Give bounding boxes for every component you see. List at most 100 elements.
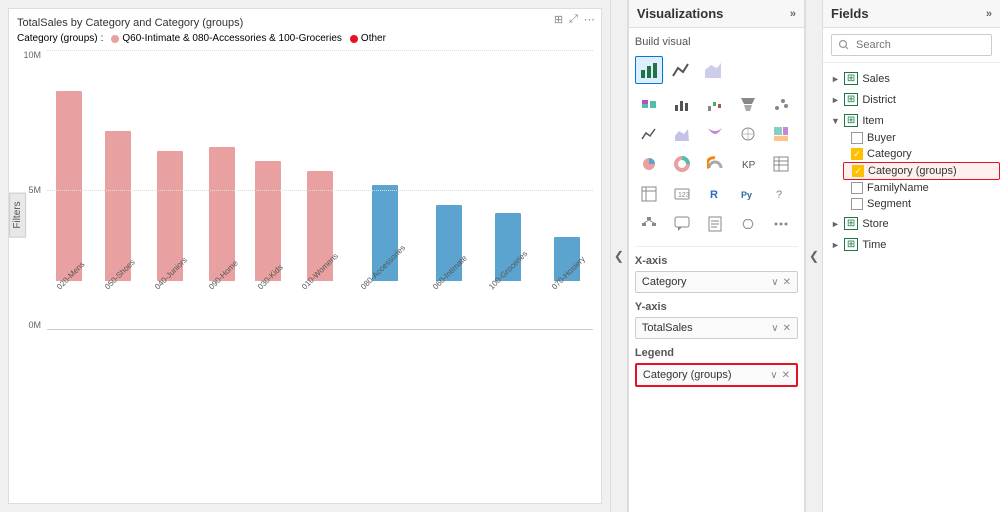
viz-btn-map[interactable]	[734, 120, 762, 148]
legend-item-2-text: Other	[361, 33, 386, 44]
viz-btn-shape-map[interactable]	[734, 210, 762, 238]
right-collapse-btn[interactable]: ❮	[805, 0, 823, 512]
chart-area: 10M 5M 0M 020-Mens050-Shoes040-Juniors09…	[17, 50, 593, 380]
field-group-table-icon: ⊞	[844, 238, 858, 251]
field-item-label: Category (groups)	[868, 165, 957, 177]
field-group-district: ►⊞District	[823, 90, 1000, 109]
viz-btn-more[interactable]	[767, 210, 795, 238]
legend-chevron[interactable]: ∨	[770, 370, 777, 381]
field-group-table-icon: ⊞	[844, 114, 858, 127]
viz-btn-funnel[interactable]	[734, 90, 762, 118]
bar-group: 080-Accessories	[351, 185, 418, 330]
viz-btn-py[interactable]: Py	[734, 180, 762, 208]
viz-panel-content: Build visual	[629, 28, 804, 512]
legend-field-value: Category (groups)	[643, 369, 732, 381]
field-group-header-sales[interactable]: ►⊞Sales	[823, 69, 1000, 88]
field-checkbox[interactable]	[851, 198, 863, 210]
field-group-table-icon: ⊞	[844, 93, 858, 106]
legend-item-2: Other	[350, 33, 386, 44]
field-group-item: ▼⊞ItemBuyer✓Category✓Category (groups)Fa…	[823, 111, 1000, 212]
field-checkbox[interactable]	[851, 132, 863, 144]
viz-btn-card[interactable]: 123	[668, 180, 696, 208]
fields-panel-expand[interactable]: »	[986, 8, 992, 20]
y-label-bot: 0M	[28, 320, 41, 330]
x-axis-chevron[interactable]: ∨	[771, 277, 778, 288]
field-item-category-groups[interactable]: ✓ Category (groups)	[843, 162, 1000, 180]
left-collapse-btn[interactable]: ❮	[610, 0, 628, 512]
viz-btn-r[interactable]: R	[701, 180, 729, 208]
y-axis-chevron[interactable]: ∨	[771, 323, 778, 334]
field-group-header-district[interactable]: ►⊞District	[823, 90, 1000, 109]
field-group-name: Time	[862, 239, 886, 251]
field-item-buyer[interactable]: Buyer	[843, 130, 1000, 146]
legend-clear[interactable]: ✕	[782, 370, 790, 381]
x-axis-clear[interactable]: ✕	[783, 277, 791, 288]
viz-btn-bar-chart[interactable]	[635, 56, 663, 84]
viz-btn-kpi[interactable]: KPI	[734, 150, 762, 178]
field-group-header-store[interactable]: ►⊞Store	[823, 214, 1000, 233]
viz-btn-line2[interactable]	[635, 120, 663, 148]
viz-btn-area[interactable]	[699, 56, 727, 84]
fields-list: ►⊞Sales►⊞District▼⊞ItemBuyer✓Category✓Ca…	[823, 63, 1000, 512]
y-axis-clear[interactable]: ✕	[783, 323, 791, 334]
field-item-familyname[interactable]: FamilyName	[843, 180, 1000, 196]
y-axis-label: Y-axis	[635, 301, 798, 313]
chart-title: TotalSales by Category and Category (gro…	[17, 17, 593, 29]
bar[interactable]	[105, 131, 131, 281]
viz-btn-chat[interactable]	[668, 210, 696, 238]
viz-panel-title: Visualizations	[637, 6, 723, 21]
field-group-expand-icon: ▼	[831, 116, 840, 126]
viz-btn-waterfall[interactable]	[701, 90, 729, 118]
field-item-label: Segment	[867, 198, 911, 210]
viz-btn-paginated[interactable]	[701, 210, 729, 238]
bar[interactable]	[56, 91, 82, 281]
more-icon[interactable]: ⋯	[584, 13, 595, 26]
viz-btn-decomp[interactable]	[635, 210, 663, 238]
viz-btn-gauge[interactable]	[701, 150, 729, 178]
field-group-header-time[interactable]: ►⊞Time	[823, 235, 1000, 254]
field-checkbox[interactable]: ✓	[851, 148, 863, 160]
svg-text:Py: Py	[741, 190, 752, 200]
chart-legend: Category (groups): Q60-Intimate & 080-Ac…	[17, 33, 593, 44]
legend-actions: ∨ ✕	[770, 370, 790, 381]
legend-field[interactable]: Category (groups) ∨ ✕	[635, 363, 798, 387]
viz-btn-line[interactable]	[667, 56, 695, 84]
y-axis-value: TotalSales	[642, 322, 693, 334]
field-item-category[interactable]: ✓Category	[843, 146, 1000, 162]
legend-dot-red	[350, 35, 358, 43]
viz-icons-grid: KPI 123 R Py ?	[635, 90, 798, 238]
field-group-table-icon: ⊞	[844, 217, 858, 230]
field-group-name: Item	[862, 115, 883, 127]
viz-btn-scatter[interactable]	[767, 90, 795, 118]
viz-btn-matrix[interactable]	[635, 180, 663, 208]
field-group-name: Store	[862, 218, 888, 230]
viz-btn-col-chart[interactable]	[668, 90, 696, 118]
viz-btn-treemap[interactable]	[767, 120, 795, 148]
viz-btn-ribbon[interactable]	[701, 120, 729, 148]
viz-panel-expand[interactable]: »	[790, 8, 796, 20]
viz-btn-stacked-bar[interactable]	[635, 90, 663, 118]
chart-panel: TotalSales by Category and Category (gro…	[8, 8, 602, 504]
svg-text:123: 123	[678, 192, 690, 199]
field-group-header-item[interactable]: ▼ ⊞ Item	[823, 111, 1000, 130]
y-axis-field[interactable]: TotalSales ∨ ✕	[635, 317, 798, 339]
viz-panel: Visualizations » Build visual	[628, 0, 805, 512]
viz-btn-donut[interactable]	[668, 150, 696, 178]
x-axis-actions: ∨ ✕	[771, 277, 791, 288]
field-children: Buyer✓Category✓Category (groups)FamilyNa…	[823, 130, 1000, 212]
field-checkbox[interactable]	[851, 182, 863, 194]
field-checkbox[interactable]: ✓	[852, 165, 864, 177]
viz-btn-table[interactable]	[767, 150, 795, 178]
expand-icon[interactable]: ⤢	[569, 13, 578, 26]
x-axis-value: Category	[642, 276, 687, 288]
fields-panel-header: Fields »	[823, 0, 1000, 28]
viz-btn-qna[interactable]: ?	[767, 180, 795, 208]
viz-btn-pie[interactable]	[635, 150, 663, 178]
x-axis-label: X-axis	[635, 255, 798, 267]
filter-icon[interactable]: ⊞	[554, 13, 563, 26]
fields-search-input[interactable]	[831, 34, 992, 56]
viz-btn-area2[interactable]	[668, 120, 696, 148]
field-item-segment[interactable]: Segment	[843, 196, 1000, 212]
x-axis-field[interactable]: Category ∨ ✕	[635, 271, 798, 293]
y-axis: 10M 5M 0M	[17, 50, 45, 330]
